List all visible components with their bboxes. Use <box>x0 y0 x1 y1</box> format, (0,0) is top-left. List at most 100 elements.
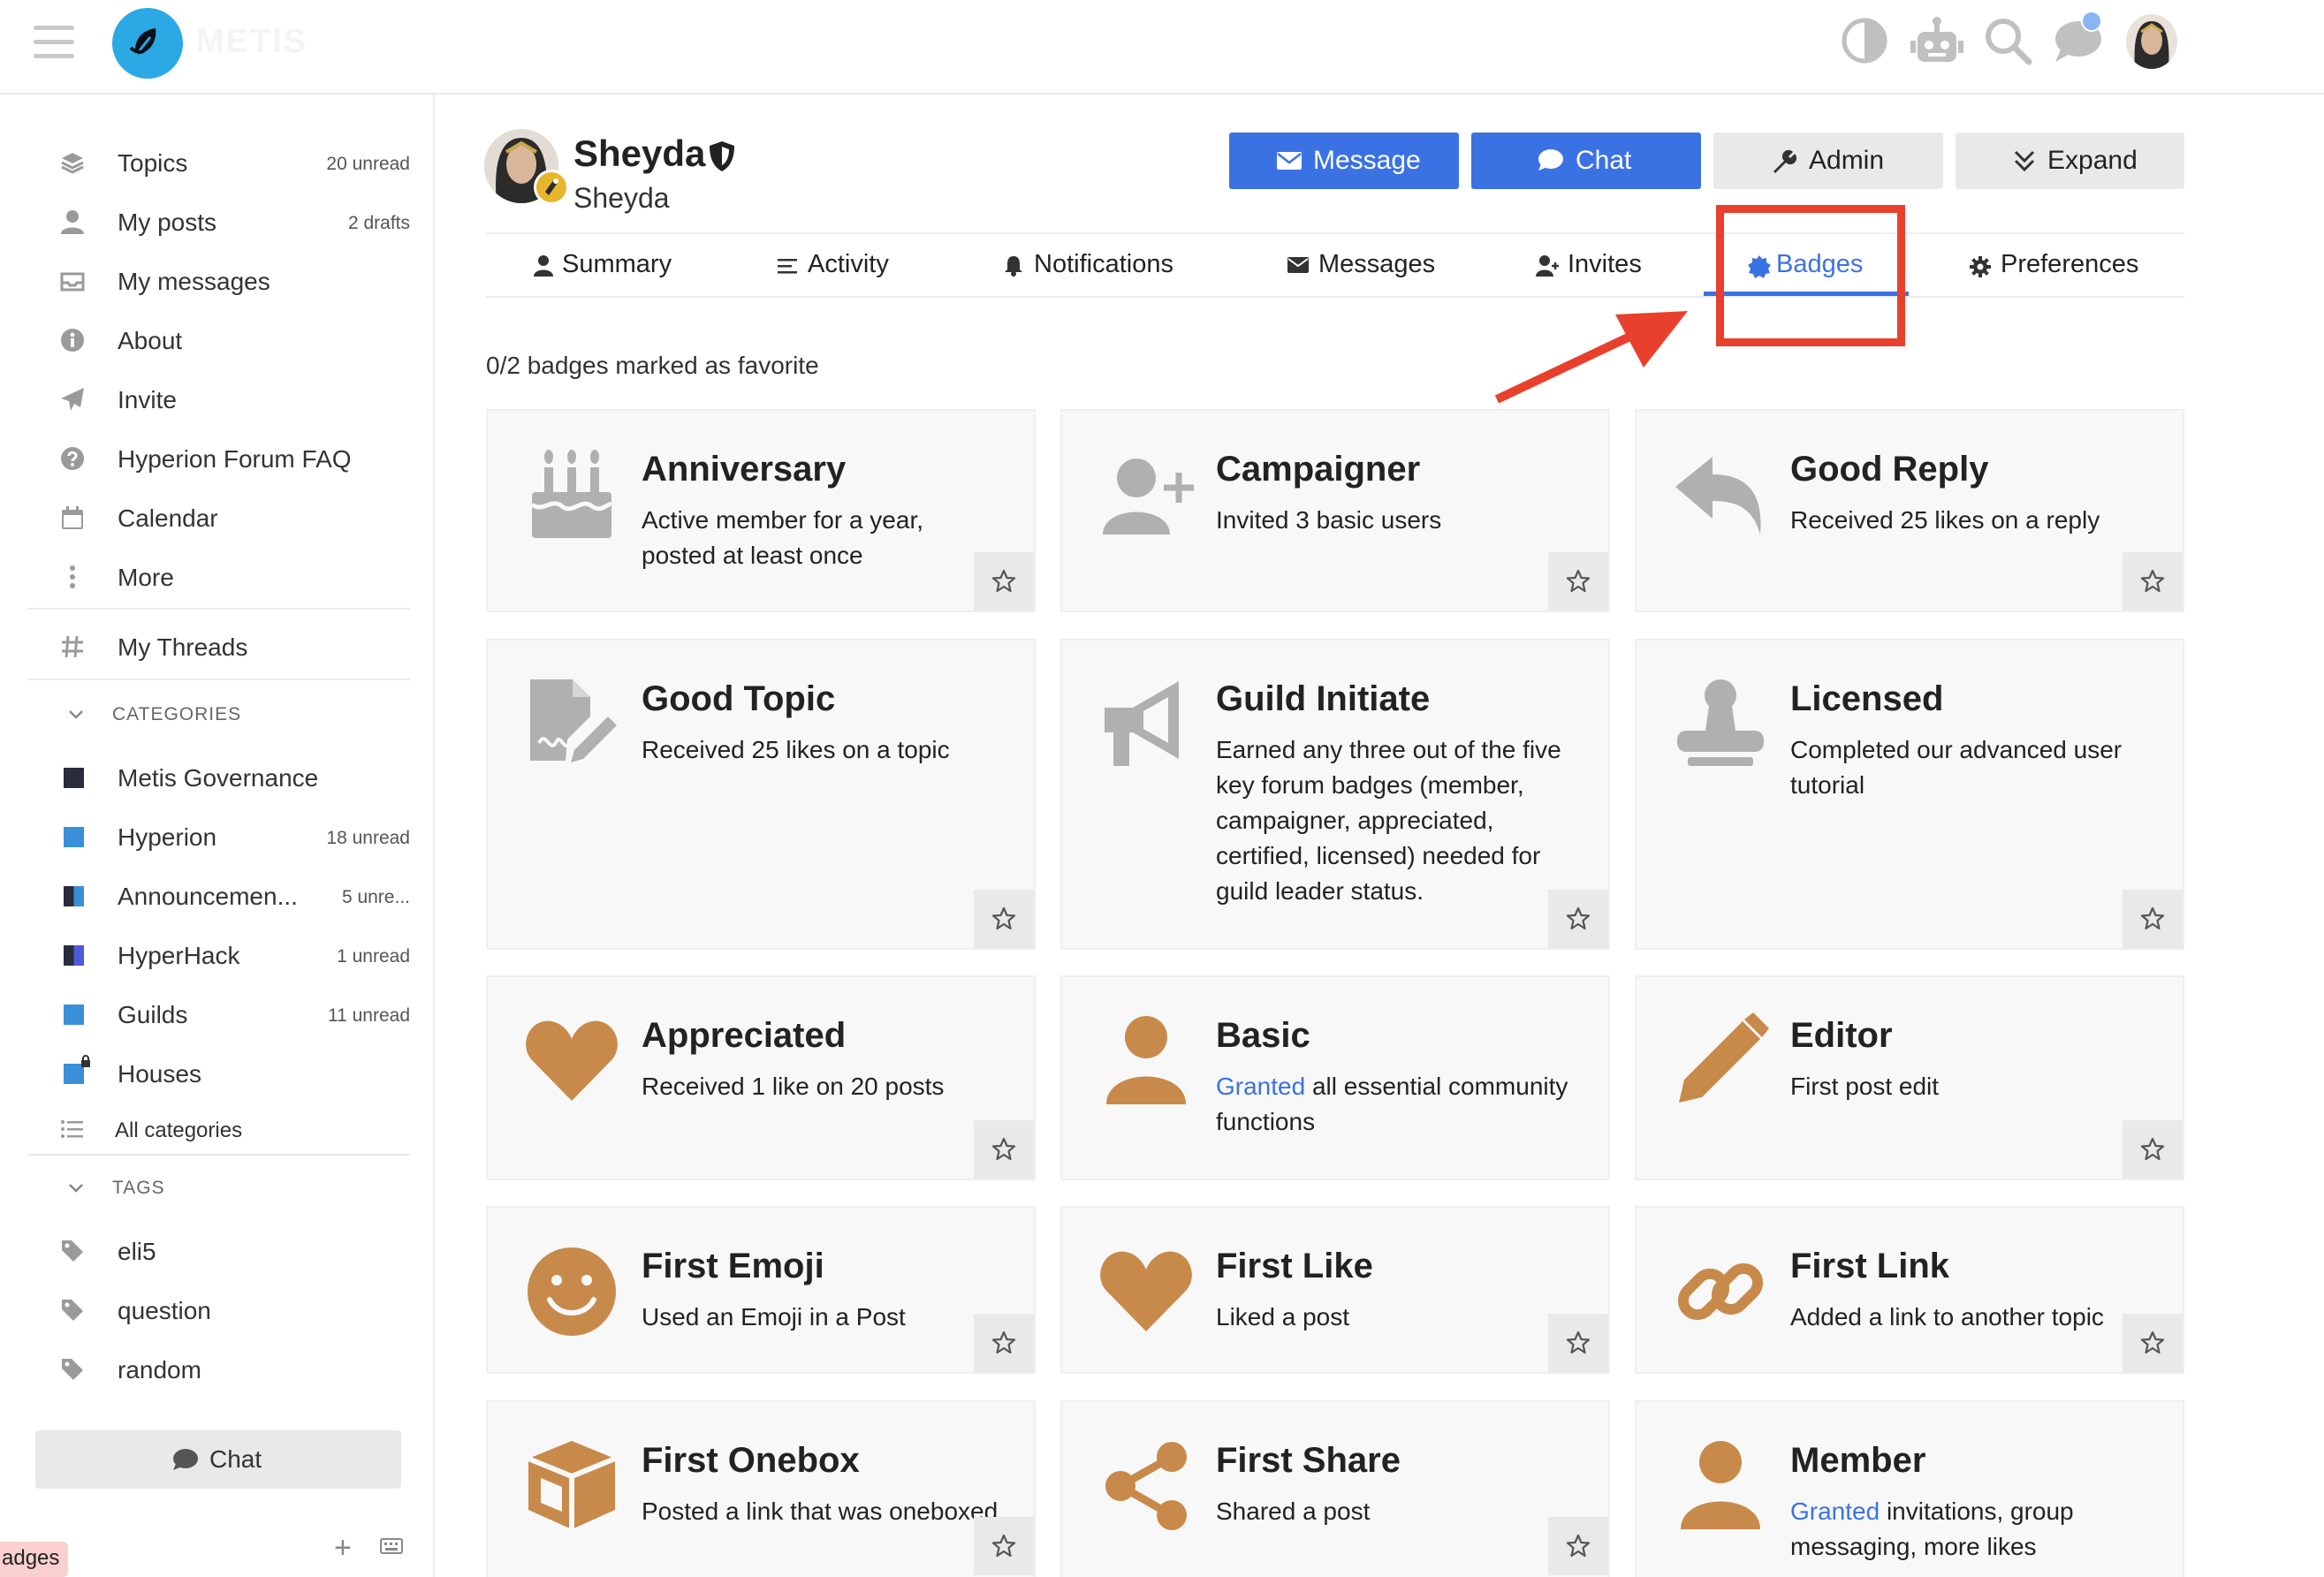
sidebar-item-topics[interactable]: Topics 20 unread <box>28 139 410 186</box>
envelope-icon <box>1276 148 1303 178</box>
unread-count: 18 unread <box>326 828 410 848</box>
badge-card-first-emoji[interactable]: First Emoji Used an Emoji in a Post <box>486 1206 1036 1374</box>
sidebar-item-faq[interactable]: Hyperion Forum FAQ <box>28 435 410 482</box>
tag-label: eli5 <box>118 1238 156 1265</box>
pencil-icon <box>1672 1012 1769 1110</box>
sidebar-item-label: Hyperion Forum FAQ <box>118 445 352 473</box>
top-header: METIS <box>0 0 2324 95</box>
badge-card-basic[interactable]: Basic Granted all essential community fu… <box>1060 975 1610 1180</box>
site-name: METIS <box>196 23 308 60</box>
sidebar-item-my-threads[interactable]: My Threads <box>28 623 410 671</box>
layers-icon <box>60 150 85 175</box>
favorite-star-button[interactable] <box>2123 1120 2183 1179</box>
badge-card-member[interactable]: Member Granted invitations, group messag… <box>1635 1400 2184 1577</box>
category-hyperion[interactable]: Hyperion 18 unread <box>28 813 410 861</box>
favorite-star-button[interactable] <box>1548 1517 1608 1575</box>
profile-username: Sheyda <box>573 182 670 214</box>
search-icon[interactable] <box>1983 16 2036 69</box>
keyboard-icon[interactable] <box>380 1538 403 1558</box>
sidebar-item-calendar[interactable]: Calendar <box>28 494 410 542</box>
paper-plane-icon <box>60 387 85 412</box>
tab-summary[interactable]: Summary <box>534 234 684 298</box>
sidebar-item-label: All categories <box>115 1118 243 1142</box>
badge-card-editor[interactable]: Editor First post edit <box>1635 975 2184 1180</box>
lines-icon <box>778 255 799 281</box>
category-label: Guilds <box>118 1001 188 1028</box>
tab-messages[interactable]: Messages <box>1287 234 1437 298</box>
category-label: Houses <box>118 1060 201 1088</box>
chat-button[interactable]: Chat <box>1471 133 1701 189</box>
badge-card-appreciated[interactable]: Appreciated Received 1 like on 20 posts <box>486 975 1036 1180</box>
unread-count: 1 unread <box>337 946 410 967</box>
granted-link[interactable]: Granted <box>1790 1497 1880 1525</box>
badge-card-good-reply[interactable]: Good Reply Received 25 likes on a reply <box>1635 409 2184 612</box>
add-icon[interactable]: + <box>334 1531 352 1566</box>
file-signature-icon <box>523 676 620 773</box>
chat-bubble-icon <box>1538 148 1564 178</box>
message-button[interactable]: Message <box>1229 133 1459 189</box>
sidebar-item-label: More <box>118 564 174 591</box>
sidebar-item-about[interactable]: About <box>28 316 410 364</box>
favorite-star-button[interactable] <box>974 1314 1034 1372</box>
sidebar-chat-button[interactable]: Chat <box>35 1430 401 1489</box>
lock-icon <box>80 1055 92 1072</box>
category-announcements[interactable]: Announcemen... 5 unre... <box>28 872 410 920</box>
all-categories-link[interactable]: All categories <box>28 1105 410 1153</box>
badge-card-licensed[interactable]: Licensed Completed our advanced user tut… <box>1635 639 2184 950</box>
badge-card-good-topic[interactable]: Good Topic Received 25 likes on a topic <box>486 639 1036 950</box>
annotation-arrow <box>1494 311 1688 404</box>
theme-toggle-icon[interactable] <box>1840 16 1893 69</box>
favorite-star-button[interactable] <box>974 552 1034 610</box>
category-guilds[interactable]: Guilds 11 unread <box>28 990 410 1038</box>
sidebar-item-invite[interactable]: Invite <box>28 375 410 423</box>
category-color-swatch <box>64 768 84 788</box>
badge-card-first-share[interactable]: First Share Shared a post <box>1060 1400 1610 1577</box>
birthday-cake-icon <box>523 446 620 543</box>
badge-card-first-like[interactable]: First Like Liked a post <box>1060 1206 1610 1374</box>
badge-card-first-link[interactable]: First Link Added a link to another topic <box>1635 1206 2184 1374</box>
favorite-star-button[interactable] <box>2123 890 2183 948</box>
favorite-star-button[interactable] <box>974 1517 1034 1575</box>
tab-preferences[interactable]: Preferences <box>1969 234 2146 298</box>
tab-activity[interactable]: Activity <box>778 234 910 298</box>
favorite-star-button[interactable] <box>1548 1314 1608 1372</box>
category-color-swatch <box>64 886 84 906</box>
tab-notifications[interactable]: Notifications <box>1004 234 1198 298</box>
tag-question[interactable]: question <box>28 1286 410 1334</box>
badge-card-campaigner[interactable]: Campaigner Invited 3 basic users <box>1060 409 1610 612</box>
badge-card-first-onebox[interactable]: First Onebox Posted a link that was oneb… <box>486 1400 1036 1577</box>
favorite-star-button[interactable] <box>974 890 1034 948</box>
tag-random[interactable]: random <box>28 1346 410 1393</box>
category-label: Metis Governance <box>118 764 319 792</box>
link-icon <box>1672 1243 1769 1340</box>
badge-card-anniversary[interactable]: Anniversary Active member for a year, po… <box>486 409 1036 612</box>
sidebar-item-label: My messages <box>118 268 270 295</box>
sidebar-item-my-posts[interactable]: My posts 2 drafts <box>28 198 410 246</box>
favorite-star-button[interactable] <box>1548 890 1608 948</box>
favorite-star-button[interactable] <box>2123 1314 2183 1372</box>
category-metis-governance[interactable]: Metis Governance <box>28 754 410 801</box>
sidebar-item-label: Topics <box>118 149 188 177</box>
tag-icon <box>60 1298 85 1323</box>
badge-card-guild-initiate[interactable]: Guild Initiate Earned any three out of t… <box>1060 639 1610 950</box>
app-root: METIS Topics 20 unread My posts 2 drafts <box>0 0 2324 1577</box>
hamburger-menu-icon[interactable] <box>34 24 78 61</box>
tag-label: random <box>118 1356 201 1384</box>
heart-icon <box>523 1012 620 1110</box>
user-avatar[interactable] <box>2126 14 2177 69</box>
tag-eli5[interactable]: eli5 <box>28 1227 410 1275</box>
sidebar-item-my-messages[interactable]: My messages <box>28 257 410 305</box>
favorite-star-button[interactable] <box>2123 552 2183 610</box>
robot-icon[interactable] <box>1910 16 1963 69</box>
logo[interactable] <box>112 8 183 79</box>
favorite-star-button[interactable] <box>974 1120 1034 1179</box>
category-houses[interactable]: Houses <box>28 1050 410 1097</box>
granted-link[interactable]: Granted <box>1216 1073 1305 1100</box>
double-chevron-down-icon <box>2012 148 2037 180</box>
tab-invites[interactable]: Invites <box>1536 234 1668 298</box>
category-hyperhack[interactable]: HyperHack 1 unread <box>28 931 410 979</box>
expand-button[interactable]: Expand <box>1956 133 2184 189</box>
admin-button[interactable]: Admin <box>1713 133 1943 189</box>
sidebar-item-more[interactable]: More <box>28 553 410 601</box>
favorite-star-button[interactable] <box>1548 552 1608 610</box>
